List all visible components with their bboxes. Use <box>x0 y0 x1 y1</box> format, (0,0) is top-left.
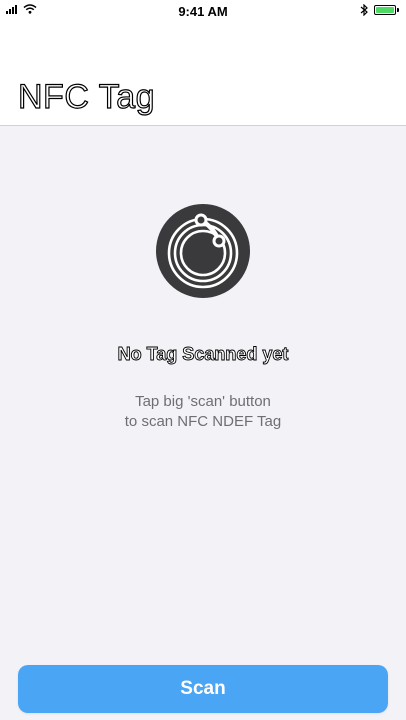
nfc-tag-icon <box>156 204 250 298</box>
status-bar: 9:41 AM <box>0 0 406 24</box>
empty-state-subtitle-line1: Tap big 'scan' button <box>135 393 271 410</box>
battery-fill <box>376 7 394 13</box>
battery-icon <box>374 5 399 15</box>
status-right <box>360 4 399 16</box>
status-time: 9:41 AM <box>178 4 228 19</box>
empty-state-title: No Tag Scanned yet <box>117 344 289 365</box>
scan-button[interactable]: Scan <box>18 665 388 713</box>
bluetooth-icon <box>360 4 368 16</box>
main-content: No Tag Scanned yet Tap big 'scan' button… <box>0 126 406 720</box>
page-title: NFC Tag <box>17 77 156 116</box>
empty-state-subtitle-line2: to scan NFC NDEF Tag <box>124 413 282 430</box>
navigation-bar: NFC Tag <box>0 24 406 126</box>
empty-state-subtitle: Tap big 'scan' button to scan NFC NDEF T… <box>0 392 406 432</box>
